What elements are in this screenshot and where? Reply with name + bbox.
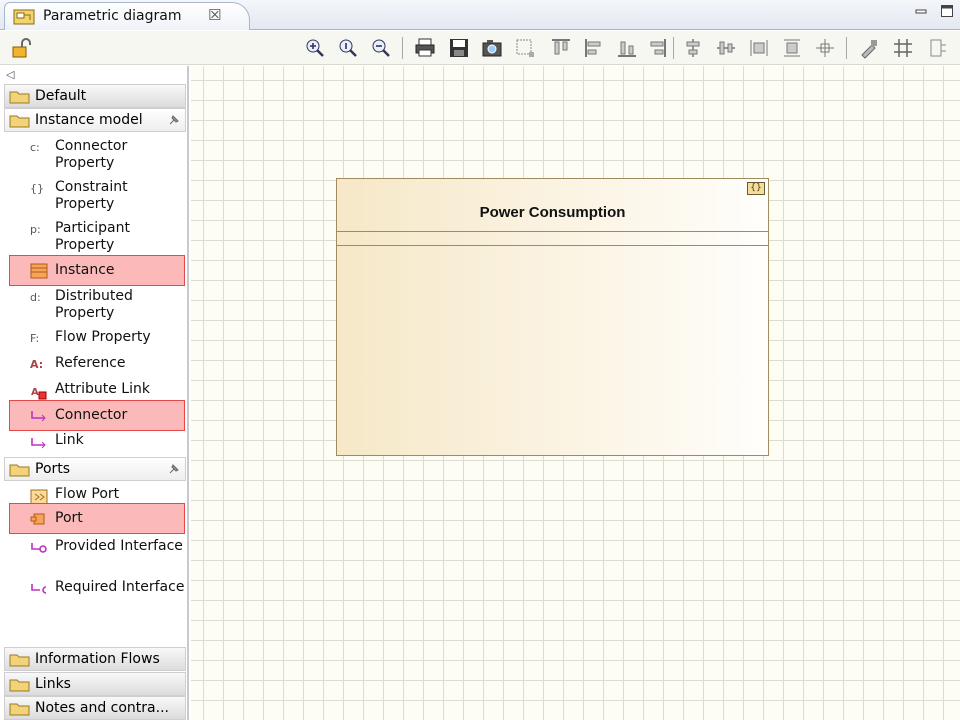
distributed-property-icon: d: <box>30 291 41 304</box>
reference-icon: A: <box>30 358 44 371</box>
palette-item-label: Constraint Property <box>55 179 128 212</box>
attribute-link-icon: A <box>31 387 47 400</box>
close-icon[interactable]: ☒ <box>208 6 221 24</box>
palette-item-flow-property[interactable]: F: Flow Property <box>10 329 186 351</box>
tab-parametric-diagram[interactable]: Parametric diagram ☒ <box>4 2 250 30</box>
diagram-canvas[interactable]: {} Power Consumption <box>191 66 960 720</box>
print-icon[interactable] <box>414 37 436 59</box>
maximize-icon[interactable] <box>940 4 954 18</box>
folder-icon <box>9 679 30 692</box>
palette-item-provided-interface[interactable]: Provided Interface <box>10 538 186 574</box>
connector-property-icon: c: <box>30 141 40 154</box>
palette-item-port[interactable]: Port <box>9 503 185 534</box>
grid-icon[interactable] <box>892 37 914 59</box>
unlock-icon[interactable] <box>10 37 34 59</box>
drawer-label: Instance model <box>35 112 143 128</box>
drawer-information-flows[interactable]: Information Flows <box>4 647 186 671</box>
constraint-block-power-consumption[interactable]: {} Power Consumption <box>336 178 769 456</box>
palette-item-distributed-property[interactable]: d: Distributed Property <box>10 288 186 324</box>
zoom-out-icon[interactable] <box>370 37 392 59</box>
drawer-label: Information Flows <box>35 651 160 667</box>
palette-item-label: Flow Property <box>55 329 151 345</box>
folder-open-icon <box>9 115 30 128</box>
tab-title: Parametric diagram <box>43 8 182 24</box>
folder-icon <box>9 91 30 104</box>
palette-item-link[interactable]: Link <box>10 432 186 454</box>
align-right-icon[interactable] <box>646 37 668 59</box>
palette-item-label: Flow Port <box>55 486 120 502</box>
pin-icon[interactable] <box>167 113 181 127</box>
participant-property-icon: p: <box>30 223 41 236</box>
distribute-icon[interactable] <box>814 37 836 59</box>
drawer-links[interactable]: Links <box>4 672 186 696</box>
layout-icon[interactable] <box>927 37 949 59</box>
palette-item-label: Required Interface <box>55 579 185 595</box>
drawer-default[interactable]: Default <box>4 84 186 108</box>
constraint-block-icon: {} <box>747 182 765 195</box>
compartment-divider <box>337 245 768 246</box>
drawer-ports[interactable]: Ports <box>4 457 186 481</box>
palette-item-label: Link <box>55 432 84 448</box>
palette-item-label: Reference <box>55 355 126 371</box>
drawer-notes[interactable]: Notes and contra... <box>4 696 186 720</box>
palette-item-connector[interactable]: Connector <box>9 400 185 431</box>
palette-item-label: Distributed Property <box>55 288 133 321</box>
connector-icon <box>31 411 46 422</box>
palette-item-participant-property[interactable]: p: Participant Property <box>10 220 186 256</box>
drawer-label: Notes and contra... <box>35 700 169 716</box>
align-left-icon[interactable] <box>583 37 605 59</box>
same-width-icon[interactable] <box>748 37 770 59</box>
editor-tab-bar: Parametric diagram ☒ <box>0 0 960 30</box>
palette-item-label: Port <box>55 510 83 526</box>
svg-text:A: A <box>31 387 39 398</box>
palette-item-label: Provided Interface <box>55 538 183 554</box>
zoom-in-icon[interactable] <box>304 37 326 59</box>
palette-item-connector-property[interactable]: c: Connector Property <box>10 138 186 174</box>
drawer-label: Links <box>35 676 71 692</box>
select-frame-icon[interactable] <box>514 37 536 59</box>
camera-icon[interactable] <box>481 37 503 59</box>
palette-item-instance[interactable]: Instance <box>9 255 185 286</box>
minimize-icon[interactable] <box>914 4 928 18</box>
provided-interface-icon <box>31 543 47 553</box>
same-height-icon[interactable] <box>781 37 803 59</box>
palette-item-required-interface[interactable]: Required Interface <box>10 579 186 615</box>
required-interface-icon <box>31 584 47 594</box>
toolbar-separator <box>846 37 847 59</box>
save-icon[interactable] <box>448 37 470 59</box>
palette-item-constraint-property[interactable]: {} Constraint Property <box>10 179 186 215</box>
drawer-label: Ports <box>35 461 71 477</box>
pin-icon[interactable] <box>167 462 181 476</box>
instance-icon <box>30 263 48 279</box>
compartment-divider <box>337 231 768 232</box>
palette: ◁ Default Instance model c: Connector Pr… <box>0 66 189 720</box>
link-icon <box>31 438 46 449</box>
format-painter-icon[interactable] <box>858 37 880 59</box>
palette-item-label: Attribute Link <box>55 381 150 397</box>
diagram-toolbar <box>0 31 960 65</box>
drawer-label: Default <box>35 88 87 104</box>
collapse-palette-icon[interactable]: ◁ <box>6 68 14 81</box>
align-bottom-icon[interactable] <box>616 37 638 59</box>
drawer-instance-model[interactable]: Instance model <box>4 108 186 132</box>
block-name[interactable]: Power Consumption <box>337 204 768 221</box>
folder-icon <box>9 703 30 716</box>
palette-item-label: Instance <box>55 262 115 278</box>
parametric-diagram-icon <box>13 9 35 25</box>
palette-item-label: Participant Property <box>55 220 130 253</box>
palette-item-reference[interactable]: A: Reference <box>10 355 186 377</box>
flow-property-icon: F: <box>30 332 40 345</box>
palette-item-label: Connector Property <box>55 138 128 171</box>
align-center-vertical-icon[interactable] <box>715 37 737 59</box>
zoom-actual-icon[interactable] <box>337 37 359 59</box>
constraint-property-icon: {} <box>30 182 44 195</box>
align-top-icon[interactable] <box>550 37 572 59</box>
palette-item-label: Connector <box>55 407 128 423</box>
toolbar-separator <box>402 37 403 59</box>
folder-open-icon <box>9 464 30 477</box>
align-center-horizontal-icon[interactable] <box>682 37 704 59</box>
folder-icon <box>9 654 30 667</box>
toolbar-separator <box>673 37 674 59</box>
port-icon <box>30 513 45 525</box>
